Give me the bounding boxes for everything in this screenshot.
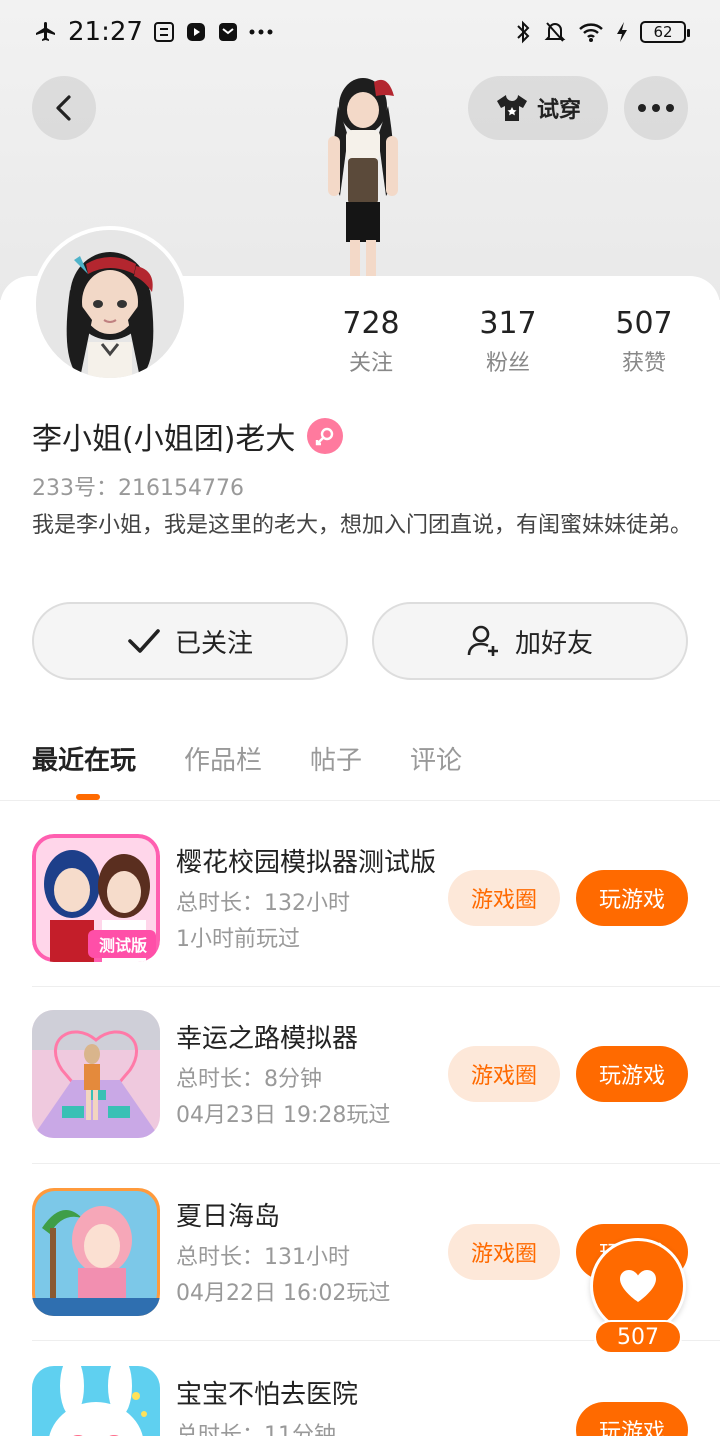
tab-posts[interactable]: 帖子 (310, 740, 362, 777)
chevron-left-icon (56, 95, 71, 121)
game-info: 夏日海岛 总时长：131小时 04月22日 16:02玩过 (176, 1196, 436, 1307)
more-notifications-icon (249, 28, 273, 36)
profile-stats: 728 关注 317 粉丝 507 获赞 (0, 306, 720, 386)
list-divider (32, 1163, 720, 1164)
user-id: 233号：216154776 (32, 476, 244, 501)
game-circle-button[interactable]: 游戏圈 (448, 1046, 560, 1102)
followers-stat[interactable]: 317 粉丝 (448, 306, 568, 377)
checkmark-icon (128, 629, 160, 653)
user-name: 李小姐(小姐团)老大 (32, 422, 296, 457)
list-item[interactable]: 宝宝不怕去医院 总时长：11分钟 玩游戏 (32, 1366, 688, 1436)
game-circle-button[interactable]: 游戏圈 (448, 870, 560, 926)
game-icon-baby-hospital (32, 1366, 160, 1436)
like-count-badge: 507 (594, 1320, 682, 1354)
charging-icon (616, 21, 628, 43)
game-title: 夏日海岛 (176, 1202, 281, 1232)
profile-tabs: 最近在玩 作品栏 帖子 评论 (32, 740, 462, 777)
following-button[interactable]: 已关注 (32, 602, 348, 680)
name-row: 李小姐(小姐团)老大 (32, 414, 344, 458)
game-icon-summer-island (32, 1188, 160, 1316)
list-item[interactable]: 测试版 樱花校园模拟器测试版 总时长：132小时 1小时前玩过 游戏圈 玩游戏 (32, 834, 688, 974)
battery-indicator: 62 (640, 21, 690, 43)
wifi-icon (578, 21, 604, 43)
more-options-button[interactable] (624, 76, 688, 140)
status-bar: 21:27 62 (0, 0, 720, 64)
following-count: 728 (342, 306, 400, 341)
game-title: 樱花校园模拟器测试版 (176, 848, 436, 878)
game-icon-badge: 测试版 (98, 936, 147, 955)
try-on-button[interactable]: 试穿 (468, 76, 608, 140)
character-figure (328, 78, 398, 280)
game-info: 樱花校园模拟器测试版 总时长：132小时 1小时前玩过 (176, 842, 436, 953)
game-icon-sakura-school: 测试版 (32, 834, 160, 962)
game-duration: 总时长：11分钟 (176, 1423, 336, 1436)
video-app-icon (185, 21, 207, 43)
followers-label: 粉丝 (485, 351, 530, 376)
following-stat[interactable]: 728 关注 (311, 306, 431, 377)
game-duration: 总时长：132小时 (176, 891, 350, 916)
back-button[interactable] (32, 76, 96, 140)
list-divider (32, 986, 720, 987)
bluetooth-icon (514, 20, 532, 44)
play-game-button[interactable]: 玩游戏 (576, 1402, 688, 1436)
likes-label: 获赞 (621, 351, 666, 376)
play-game-button[interactable]: 玩游戏 (576, 870, 688, 926)
game-title: 幸运之路模拟器 (176, 1024, 359, 1054)
likes-count: 507 (615, 306, 673, 341)
tab-comments[interactable]: 评论 (410, 740, 462, 777)
likes-stat[interactable]: 507 获赞 (584, 306, 704, 377)
game-duration: 总时长：131小时 (176, 1245, 350, 1270)
add-friend-label: 加好友 (514, 628, 593, 659)
following-label: 关注 (348, 351, 393, 376)
game-duration: 总时长：8分钟 (176, 1067, 322, 1092)
tabs-divider (0, 800, 720, 801)
more-dots-icon (638, 104, 674, 112)
game-info: 宝宝不怕去医院 总时长：11分钟 (176, 1374, 436, 1436)
list-item[interactable]: 幸运之路模拟器 总时长：8分钟 04月23日 19:28玩过 游戏圈 玩游戏 (32, 1010, 688, 1150)
game-circle-button[interactable]: 游戏圈 (448, 1224, 560, 1280)
user-bio: 我是李小姐，我是这里的老大，想加入门团直说，有闺蜜妹妹徒弟。 (32, 513, 693, 538)
add-user-icon (467, 625, 498, 656)
followers-count: 317 (479, 306, 537, 341)
mail-app-icon (217, 21, 239, 43)
airplane-icon (34, 20, 58, 44)
play-game-button[interactable]: 玩游戏 (576, 1046, 688, 1102)
game-icon-lucky-road (32, 1010, 160, 1138)
add-friend-button[interactable]: 加好友 (372, 602, 688, 680)
outfit-icon (496, 95, 527, 121)
list-item[interactable]: 夏日海岛 总时长：131小时 04月22日 16:02玩过 游戏圈 玩游戏 (32, 1188, 688, 1328)
notification-app-icon (153, 21, 175, 43)
game-title: 宝宝不怕去医院 (176, 1380, 359, 1410)
game-last-played: 04月22日 16:02玩过 (176, 1281, 391, 1306)
status-time: 21:27 (68, 17, 143, 47)
game-info: 幸运之路模拟器 总时长：8分钟 04月23日 19:28玩过 (176, 1018, 436, 1129)
tab-works[interactable]: 作品栏 (184, 740, 262, 777)
following-button-label: 已关注 (174, 628, 253, 659)
female-gender-icon (307, 418, 344, 454)
tab-recently-played[interactable]: 最近在玩 (32, 740, 136, 777)
game-last-played: 04月23日 19:28玩过 (176, 1103, 391, 1128)
try-on-label: 试穿 (536, 98, 581, 123)
mute-bell-icon (544, 20, 566, 44)
heart-icon (620, 1270, 656, 1302)
game-last-played: 1小时前玩过 (176, 927, 300, 952)
